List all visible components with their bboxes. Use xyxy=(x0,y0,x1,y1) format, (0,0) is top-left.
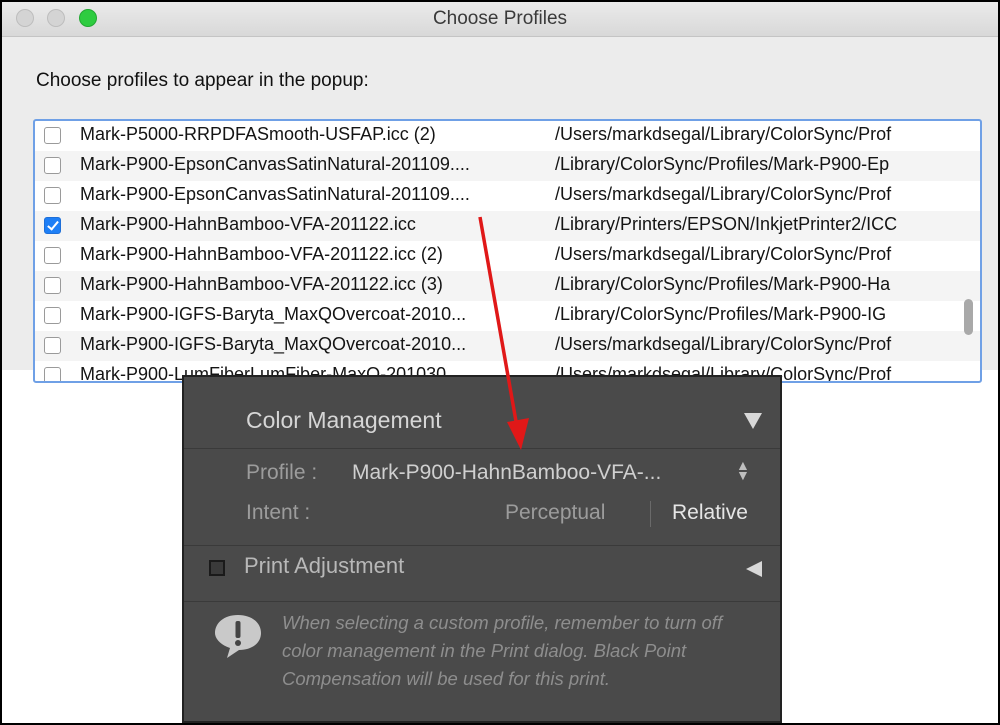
choose-profiles-dialog: Choose Profiles Choose profiles to appea… xyxy=(2,2,998,383)
profile-list[interactable]: Mark-P5000-RRPDFASmooth-USFAP.icc (2) /U… xyxy=(33,119,982,383)
panel-title[interactable]: Color Management xyxy=(246,407,442,434)
divider xyxy=(184,448,780,449)
profile-checkbox-checked[interactable] xyxy=(44,217,61,234)
profile-name: Mark-P900-HahnBamboo-VFA-201122.icc (3) xyxy=(80,274,443,294)
profile-path: /Library/ColorSync/Profiles/Mark-P900-Ep xyxy=(555,154,890,174)
profile-name: Mark-P900-HahnBamboo-VFA-201122.icc xyxy=(80,214,416,234)
dialog-prompt: Choose profiles to appear in the popup: xyxy=(36,70,369,91)
profile-checkbox[interactable] xyxy=(44,247,61,264)
profile-name: Mark-P900-EpsonCanvasSatinNatural-201109… xyxy=(80,184,470,204)
profile-checkbox[interactable] xyxy=(44,337,61,354)
print-adjustment-label[interactable]: Print Adjustment xyxy=(244,553,404,579)
list-item[interactable]: Mark-P900-EpsonCanvasSatinNatural-201109… xyxy=(35,181,980,211)
list-item[interactable]: Mark-P900-IGFS-Baryta_MaxQOvercoat-2010.… xyxy=(35,301,980,331)
profile-checkbox[interactable] xyxy=(44,307,61,324)
intent-divider xyxy=(650,501,651,527)
intent-perceptual-option[interactable]: Perceptual xyxy=(505,501,605,525)
list-item[interactable]: Mark-P900-HahnBamboo-VFA-201122.icc /Lib… xyxy=(35,211,980,241)
profile-label: Profile : xyxy=(246,461,318,484)
divider xyxy=(184,601,780,602)
profile-path: /Users/markdsegal/Library/ColorSync/Prof xyxy=(555,184,892,204)
collapse-triangle-icon[interactable] xyxy=(744,413,762,429)
warning-message: When selecting a custom profile, remembe… xyxy=(282,612,723,689)
profile-name: Mark-P5000-RRPDFASmooth-USFAP.icc (2) xyxy=(80,124,436,144)
profile-path: /Users/markdsegal/Library/ColorSync/Prof xyxy=(555,124,892,144)
list-item[interactable]: Mark-P900-EpsonCanvasSatinNatural-201109… xyxy=(35,151,980,181)
profile-path: /Library/ColorSync/Profiles/Mark-P900-IG xyxy=(555,304,887,324)
window-title: Choose Profiles xyxy=(432,8,568,29)
profile-name: Mark-P900-HahnBamboo-VFA-201122.icc (2) xyxy=(80,244,443,264)
expand-triangle-icon[interactable] xyxy=(746,561,762,577)
profile-checkbox[interactable] xyxy=(44,187,61,204)
profile-name: Mark-P900-IGFS-Baryta_MaxQOvercoat-2010.… xyxy=(80,304,467,324)
intent-relative-option[interactable]: Relative xyxy=(672,501,748,525)
profile-checkbox[interactable] xyxy=(44,127,61,144)
color-management-panel: Color Management Profile : Mark-P900-Hah… xyxy=(182,375,782,723)
list-item[interactable]: Mark-P5000-RRPDFASmooth-USFAP.icc (2) /U… xyxy=(35,121,980,151)
scrollbar-thumb[interactable] xyxy=(964,299,973,335)
profile-checkbox[interactable] xyxy=(44,157,61,174)
profile-select[interactable]: Mark-P900-HahnBamboo-VFA-... xyxy=(352,461,661,485)
title-bar: Choose Profiles xyxy=(2,2,998,37)
intent-label: Intent : xyxy=(246,501,311,524)
updown-arrows-icon[interactable]: ▲ ▼ xyxy=(736,458,750,482)
list-item[interactable]: Mark-P900-HahnBamboo-VFA-201122.icc (2) … xyxy=(35,241,980,271)
screenshot-frame: Choose Profiles Choose profiles to appea… xyxy=(0,0,1000,725)
print-adjustment-checkbox[interactable] xyxy=(209,560,225,576)
list-item[interactable]: Mark-P900-HahnBamboo-VFA-201122.icc (3) … xyxy=(35,271,980,301)
profile-path: /Users/markdsegal/Library/ColorSync/Prof xyxy=(555,244,892,264)
profile-path: /Library/ColorSync/Profiles/Mark-P900-Ha xyxy=(555,274,891,294)
profile-name: Mark-P900-IGFS-Baryta_MaxQOvercoat-2010.… xyxy=(80,334,467,354)
profile-name: Mark-P900-EpsonCanvasSatinNatural-201109… xyxy=(80,154,470,174)
list-item[interactable]: Mark-P900-IGFS-Baryta_MaxQOvercoat-2010.… xyxy=(35,331,980,361)
profile-path: /Users/markdsegal/Library/ColorSync/Prof xyxy=(555,334,892,354)
profile-checkbox[interactable] xyxy=(44,367,61,381)
profile-checkbox[interactable] xyxy=(44,277,61,294)
profile-path: /Library/Printers/EPSON/InkjetPrinter2/I… xyxy=(555,214,898,234)
alert-speech-bubble-icon xyxy=(215,615,261,658)
divider xyxy=(184,545,780,546)
